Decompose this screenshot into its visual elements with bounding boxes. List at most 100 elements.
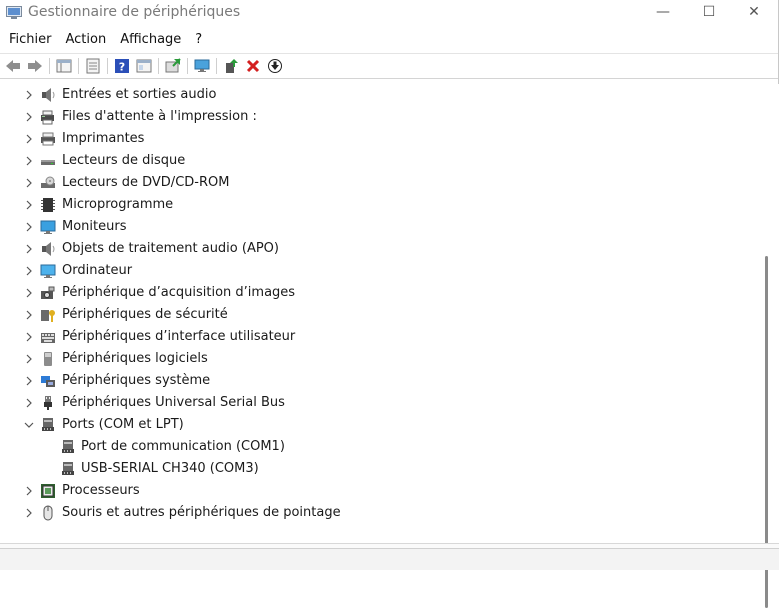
close-button[interactable]: ✕ bbox=[731, 0, 777, 25]
chevron-right-icon[interactable] bbox=[23, 243, 35, 255]
chevron-right-icon[interactable] bbox=[23, 331, 35, 343]
device-category[interactable]: Lecteurs de DVD/CD-ROM bbox=[0, 172, 764, 194]
device-label: Microprogramme bbox=[62, 197, 174, 212]
device-category[interactable]: Imprimantes bbox=[0, 128, 764, 150]
device-category[interactable]: Périphériques Universal Serial Bus bbox=[0, 392, 764, 414]
device-label: USB-SERIAL CH340 (COM3) bbox=[81, 461, 259, 476]
device-tree[interactable]: Entrées et sorties audio Files d'attente … bbox=[0, 84, 764, 536]
back-arrow-button[interactable] bbox=[2, 56, 24, 76]
device-label: Périphériques d’interface utilisateur bbox=[62, 329, 296, 344]
toolbar: ? bbox=[0, 53, 778, 79]
menu-affichage[interactable]: Affichage bbox=[115, 32, 186, 47]
device-label: Lecteurs de disque bbox=[62, 153, 186, 168]
device-label: Souris et autres périphériques de pointa… bbox=[62, 505, 341, 520]
printer-icon bbox=[40, 131, 56, 147]
uninstall-device-button[interactable] bbox=[242, 56, 264, 76]
device-category[interactable]: Ordinateur bbox=[0, 260, 764, 282]
device-category[interactable]: Souris et autres périphériques de pointa… bbox=[0, 502, 764, 524]
chevron-right-icon[interactable] bbox=[23, 265, 35, 277]
mouse-icon bbox=[40, 505, 56, 521]
device-category[interactable]: Objets de traitement audio (APO) bbox=[0, 238, 764, 260]
menu-help[interactable]: ? bbox=[190, 32, 207, 47]
chevron-right-icon[interactable] bbox=[23, 507, 35, 519]
speaker-icon bbox=[40, 241, 56, 257]
show-details-button[interactable] bbox=[133, 56, 155, 76]
hid-keyboard-icon bbox=[40, 329, 56, 345]
chevron-right-icon[interactable] bbox=[23, 287, 35, 299]
disable-device-icon bbox=[267, 58, 283, 74]
device-manager-window: Gestionnaire de périphériques — ☐ ✕ Fich… bbox=[0, 0, 779, 608]
device-category[interactable]: Périphériques système bbox=[0, 370, 764, 392]
dvd-drive-icon bbox=[40, 175, 56, 191]
device-category[interactable]: Ports (COM et LPT) bbox=[0, 414, 764, 436]
show-hide-tree-button[interactable] bbox=[53, 56, 75, 76]
back-arrow-icon bbox=[5, 58, 21, 74]
forward-arrow-button[interactable] bbox=[24, 56, 46, 76]
window-title: Gestionnaire de périphériques bbox=[28, 4, 241, 20]
chevron-right-icon[interactable] bbox=[23, 89, 35, 101]
chevron-right-icon[interactable] bbox=[23, 397, 35, 409]
device-category[interactable]: Entrées et sorties audio bbox=[0, 84, 764, 106]
chevron-right-icon[interactable] bbox=[23, 353, 35, 365]
chevron-right-icon[interactable] bbox=[23, 133, 35, 145]
chevron-right-icon[interactable] bbox=[23, 177, 35, 189]
disable-device-button[interactable] bbox=[264, 56, 286, 76]
device-label: Périphériques de sécurité bbox=[62, 307, 228, 322]
camera-icon bbox=[40, 285, 56, 301]
chevron-right-icon[interactable] bbox=[23, 309, 35, 321]
chevron-right-icon[interactable] bbox=[23, 485, 35, 497]
toolbar-separator bbox=[49, 58, 50, 74]
device-category[interactable]: Microprogramme bbox=[0, 194, 764, 216]
update-driver-button[interactable] bbox=[162, 56, 184, 76]
update-driver-icon bbox=[165, 58, 181, 74]
chevron-right-icon[interactable] bbox=[23, 199, 35, 211]
toolbar-separator bbox=[187, 58, 188, 74]
maximize-button[interactable]: ☐ bbox=[686, 0, 732, 25]
device-category[interactable]: Files d'attente à l'impression : bbox=[0, 106, 764, 128]
scan-hardware-button[interactable] bbox=[191, 56, 213, 76]
device-category[interactable]: Périphérique d’acquisition d’images bbox=[0, 282, 764, 304]
minimize-button[interactable]: — bbox=[640, 0, 686, 25]
toolbar-separator bbox=[78, 58, 79, 74]
device-label: Entrées et sorties audio bbox=[62, 87, 217, 102]
menu-fichier[interactable]: Fichier bbox=[4, 32, 57, 47]
status-bar bbox=[0, 548, 779, 570]
device-label: Périphérique d’acquisition d’images bbox=[62, 285, 296, 300]
device-label: Périphériques système bbox=[62, 373, 211, 388]
help-button[interactable]: ? bbox=[111, 56, 133, 76]
security-key-icon bbox=[40, 307, 56, 323]
forward-arrow-icon bbox=[27, 58, 43, 74]
vertical-scrollbar[interactable] bbox=[764, 84, 779, 608]
computer-icon bbox=[40, 263, 56, 279]
device-category[interactable]: Périphériques logiciels bbox=[0, 348, 764, 370]
chevron-right-icon[interactable] bbox=[23, 375, 35, 387]
chevron-right-icon[interactable] bbox=[23, 155, 35, 167]
device-label: Lecteurs de DVD/CD-ROM bbox=[62, 175, 230, 190]
device-label: Périphériques logiciels bbox=[62, 351, 208, 366]
device-label: Processeurs bbox=[62, 483, 140, 498]
chevron-down-icon[interactable] bbox=[23, 419, 35, 431]
port-icon bbox=[40, 417, 56, 433]
properties-button[interactable] bbox=[82, 56, 104, 76]
toolbar-separator bbox=[107, 58, 108, 74]
device-manager-app-icon bbox=[6, 6, 22, 19]
chevron-right-icon[interactable] bbox=[23, 111, 35, 123]
device-category[interactable]: Périphériques de sécurité bbox=[0, 304, 764, 326]
device-item[interactable]: USB-SERIAL CH340 (COM3) bbox=[0, 458, 764, 480]
monitor-icon bbox=[40, 219, 56, 235]
device-item[interactable]: Port de communication (COM1) bbox=[0, 436, 764, 458]
chevron-right-icon[interactable] bbox=[23, 221, 35, 233]
enable-device-button[interactable] bbox=[220, 56, 242, 76]
show-details-icon bbox=[136, 58, 152, 74]
print-queue-icon bbox=[40, 109, 56, 125]
port-icon bbox=[60, 439, 76, 455]
title-bar: Gestionnaire de périphériques — ☐ ✕ bbox=[0, 0, 778, 25]
menu-action[interactable]: Action bbox=[61, 32, 112, 47]
device-category[interactable]: Moniteurs bbox=[0, 216, 764, 238]
device-category[interactable]: Périphériques d’interface utilisateur bbox=[0, 326, 764, 348]
device-category[interactable]: Lecteurs de disque bbox=[0, 150, 764, 172]
device-category[interactable]: Processeurs bbox=[0, 480, 764, 502]
uninstall-device-icon bbox=[245, 58, 261, 74]
properties-icon bbox=[85, 58, 101, 74]
device-label: Objets de traitement audio (APO) bbox=[62, 241, 279, 256]
